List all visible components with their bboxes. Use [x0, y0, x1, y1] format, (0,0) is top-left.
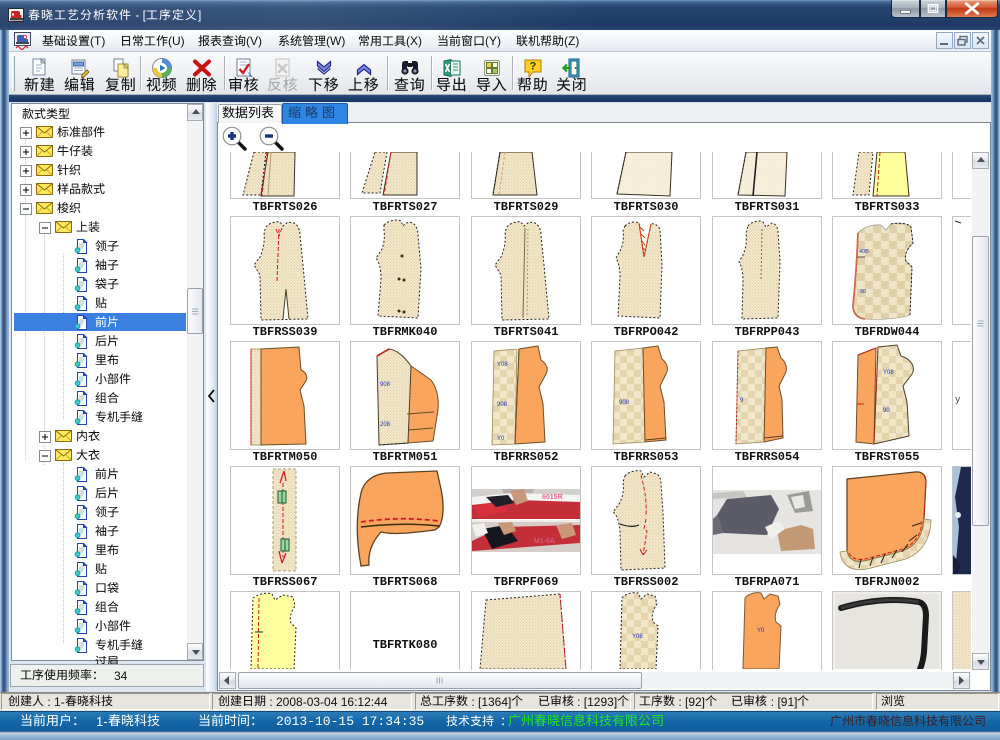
- svg-text:?: ?: [530, 61, 537, 73]
- svg-text:M1-8A: M1-8A: [534, 538, 555, 545]
- svg-text:Y08: Y08: [632, 634, 643, 640]
- svg-text:Y0: Y0: [757, 628, 765, 634]
- svg-text:90: 90: [883, 408, 890, 414]
- svg-text:y: y: [955, 395, 961, 405]
- svg-text:908: 908: [619, 400, 630, 406]
- svg-text:Y08: Y08: [883, 370, 894, 376]
- svg-text:908: 908: [380, 382, 391, 388]
- svg-text:Y08: Y08: [497, 362, 508, 368]
- svg-text:908: 908: [497, 402, 508, 408]
- svg-text:Y0: Y0: [497, 436, 505, 442]
- svg-text:40B: 40B: [859, 249, 869, 255]
- svg-text:90: 90: [860, 289, 866, 295]
- svg-text:208: 208: [380, 422, 391, 428]
- svg-text:6015R: 6015R: [542, 494, 563, 501]
